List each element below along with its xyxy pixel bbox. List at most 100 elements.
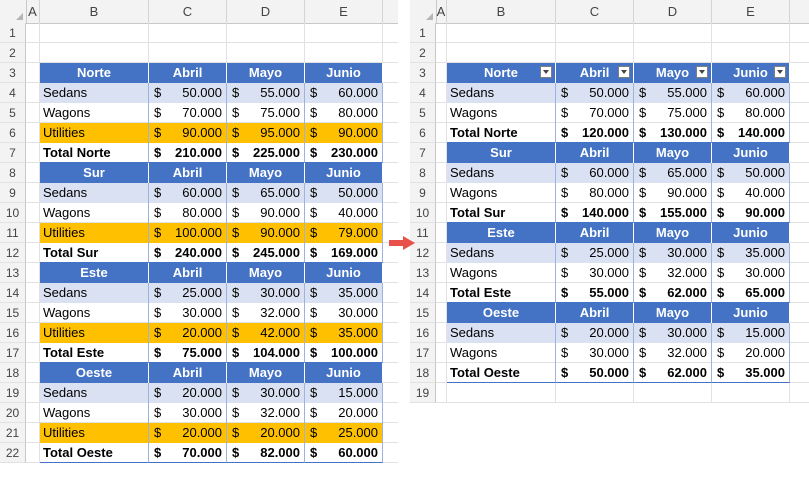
row-header-10[interactable]: 10 <box>410 203 436 223</box>
filter-dropdown-icon[interactable] <box>540 66 552 78</box>
data-row-value-cell[interactable]: $15.000 <box>305 383 383 403</box>
row-header-2[interactable]: 2 <box>0 43 26 63</box>
data-row-value-cell[interactable]: $50.000 <box>556 83 634 103</box>
total-row-value-cell[interactable]: $82.000 <box>227 443 305 463</box>
total-row-value-cell[interactable]: $70.000 <box>149 443 227 463</box>
data-row-value-cell[interactable]: $50.000 <box>149 83 227 103</box>
total-row-value-cell[interactable]: $140.000 <box>712 123 790 143</box>
data-row-value-cell[interactable]: $30.000 <box>149 403 227 423</box>
total-row-value-cell[interactable]: $100.000 <box>305 343 383 363</box>
row-header-4[interactable]: 4 <box>0 83 26 103</box>
data-row-label[interactable]: Utilities <box>40 123 149 143</box>
data-row-value-cell[interactable]: $100.000 <box>149 223 227 243</box>
data-row-value-cell[interactable]: $30.000 <box>634 323 712 343</box>
total-row-value-cell[interactable]: $35.000 <box>712 363 790 383</box>
row-header-11[interactable]: 11 <box>0 223 26 243</box>
data-row-value-cell[interactable]: $90.000 <box>149 123 227 143</box>
data-row-value-cell[interactable]: $80.000 <box>149 203 227 223</box>
row-header-18[interactable]: 18 <box>410 363 436 383</box>
row-header-8[interactable]: 8 <box>0 163 26 183</box>
row-header-6[interactable]: 6 <box>410 123 436 143</box>
data-row-value-cell[interactable]: $70.000 <box>149 103 227 123</box>
data-row-value-cell[interactable]: $32.000 <box>634 343 712 363</box>
total-row-value-cell[interactable]: $65.000 <box>712 283 790 303</box>
data-row-value-cell[interactable]: $35.000 <box>305 283 383 303</box>
data-row-value-cell[interactable]: $75.000 <box>634 103 712 123</box>
total-row-value-cell[interactable]: $75.000 <box>149 343 227 363</box>
data-row-value-cell[interactable]: $30.000 <box>634 243 712 263</box>
total-row-value-cell[interactable]: $90.000 <box>712 203 790 223</box>
data-row-label[interactable]: Wagons <box>447 183 556 203</box>
data-row-value-cell[interactable]: $20.000 <box>556 323 634 343</box>
row-header-20[interactable]: 20 <box>0 403 26 423</box>
data-row-label[interactable]: Sedans <box>447 163 556 183</box>
filter-dropdown-icon[interactable] <box>618 66 630 78</box>
column-header-c[interactable]: C <box>149 0 227 23</box>
data-row-label[interactable]: Sedans <box>447 243 556 263</box>
data-row-value-cell[interactable]: $30.000 <box>556 343 634 363</box>
total-row-value-cell[interactable]: $120.000 <box>556 123 634 143</box>
row-header-7[interactable]: 7 <box>0 143 26 163</box>
data-row-value-cell[interactable]: $79.000 <box>305 223 383 243</box>
row-header-15[interactable]: 15 <box>0 303 26 323</box>
total-row-label[interactable]: Total Oeste <box>40 443 149 463</box>
row-header-9[interactable]: 9 <box>0 183 26 203</box>
row-header-5[interactable]: 5 <box>410 103 436 123</box>
column-header-b[interactable]: B <box>40 0 149 23</box>
data-row-value-cell[interactable]: $55.000 <box>634 83 712 103</box>
data-row-value-cell[interactable]: $15.000 <box>712 323 790 343</box>
row-header-21[interactable]: 21 <box>0 423 26 443</box>
column-header-e[interactable]: E <box>712 0 790 23</box>
total-row-value-cell[interactable]: $210.000 <box>149 143 227 163</box>
total-row-label[interactable]: Total Sur <box>40 243 149 263</box>
data-row-value-cell[interactable]: $30.000 <box>227 383 305 403</box>
row-header-14[interactable]: 14 <box>0 283 26 303</box>
data-row-value-cell[interactable]: $90.000 <box>634 183 712 203</box>
total-row-value-cell[interactable]: $245.000 <box>227 243 305 263</box>
row-header-10[interactable]: 10 <box>0 203 26 223</box>
total-row-label[interactable]: Total Este <box>447 283 556 303</box>
data-row-label[interactable]: Wagons <box>447 263 556 283</box>
data-row-value-cell[interactable]: $75.000 <box>227 103 305 123</box>
row-header-18[interactable]: 18 <box>0 363 26 383</box>
row-header-15[interactable]: 15 <box>410 303 436 323</box>
data-row-value-cell[interactable]: $90.000 <box>227 223 305 243</box>
total-row-value-cell[interactable]: $50.000 <box>556 363 634 383</box>
data-row-value-cell[interactable]: $20.000 <box>712 343 790 363</box>
total-row-label[interactable]: Total Oeste <box>447 363 556 383</box>
row-header-3[interactable]: 3 <box>0 63 26 83</box>
data-row-value-cell[interactable]: $80.000 <box>712 103 790 123</box>
column-header-d[interactable]: D <box>634 0 712 23</box>
total-row-value-cell[interactable]: $155.000 <box>634 203 712 223</box>
data-row-value-cell[interactable]: $80.000 <box>556 183 634 203</box>
total-row-label[interactable]: Total Este <box>40 343 149 363</box>
row-header-5[interactable]: 5 <box>0 103 26 123</box>
data-row-value-cell[interactable]: $90.000 <box>227 203 305 223</box>
data-row-value-cell[interactable]: $42.000 <box>227 323 305 343</box>
column-header-a[interactable]: A <box>436 0 447 23</box>
data-row-value-cell[interactable]: $32.000 <box>227 303 305 323</box>
row-header-17[interactable]: 17 <box>0 343 26 363</box>
total-row-value-cell[interactable]: $62.000 <box>634 283 712 303</box>
data-row-value-cell[interactable]: $30.000 <box>556 263 634 283</box>
row-header-1[interactable]: 1 <box>0 23 26 43</box>
data-row-value-cell[interactable]: $32.000 <box>634 263 712 283</box>
data-row-label[interactable]: Sedans <box>40 183 149 203</box>
row-header-17[interactable]: 17 <box>410 343 436 363</box>
data-row-label[interactable]: Wagons <box>40 203 149 223</box>
row-header-12[interactable]: 12 <box>0 243 26 263</box>
data-row-value-cell[interactable]: $50.000 <box>712 163 790 183</box>
data-row-value-cell[interactable]: $60.000 <box>712 83 790 103</box>
column-header-c[interactable]: C <box>556 0 634 23</box>
data-row-value-cell[interactable]: $80.000 <box>305 103 383 123</box>
filter-dropdown-icon[interactable] <box>696 66 708 78</box>
data-row-value-cell[interactable]: $35.000 <box>305 323 383 343</box>
data-row-label[interactable]: Sedans <box>447 83 556 103</box>
column-header-e[interactable]: E <box>305 0 383 23</box>
data-row-label[interactable]: Sedans <box>40 83 149 103</box>
data-row-value-cell[interactable]: $95.000 <box>227 123 305 143</box>
total-row-label[interactable]: Total Sur <box>447 203 556 223</box>
data-row-value-cell[interactable]: $30.000 <box>227 283 305 303</box>
total-row-value-cell[interactable]: $55.000 <box>556 283 634 303</box>
column-header-a[interactable]: A <box>26 0 40 23</box>
